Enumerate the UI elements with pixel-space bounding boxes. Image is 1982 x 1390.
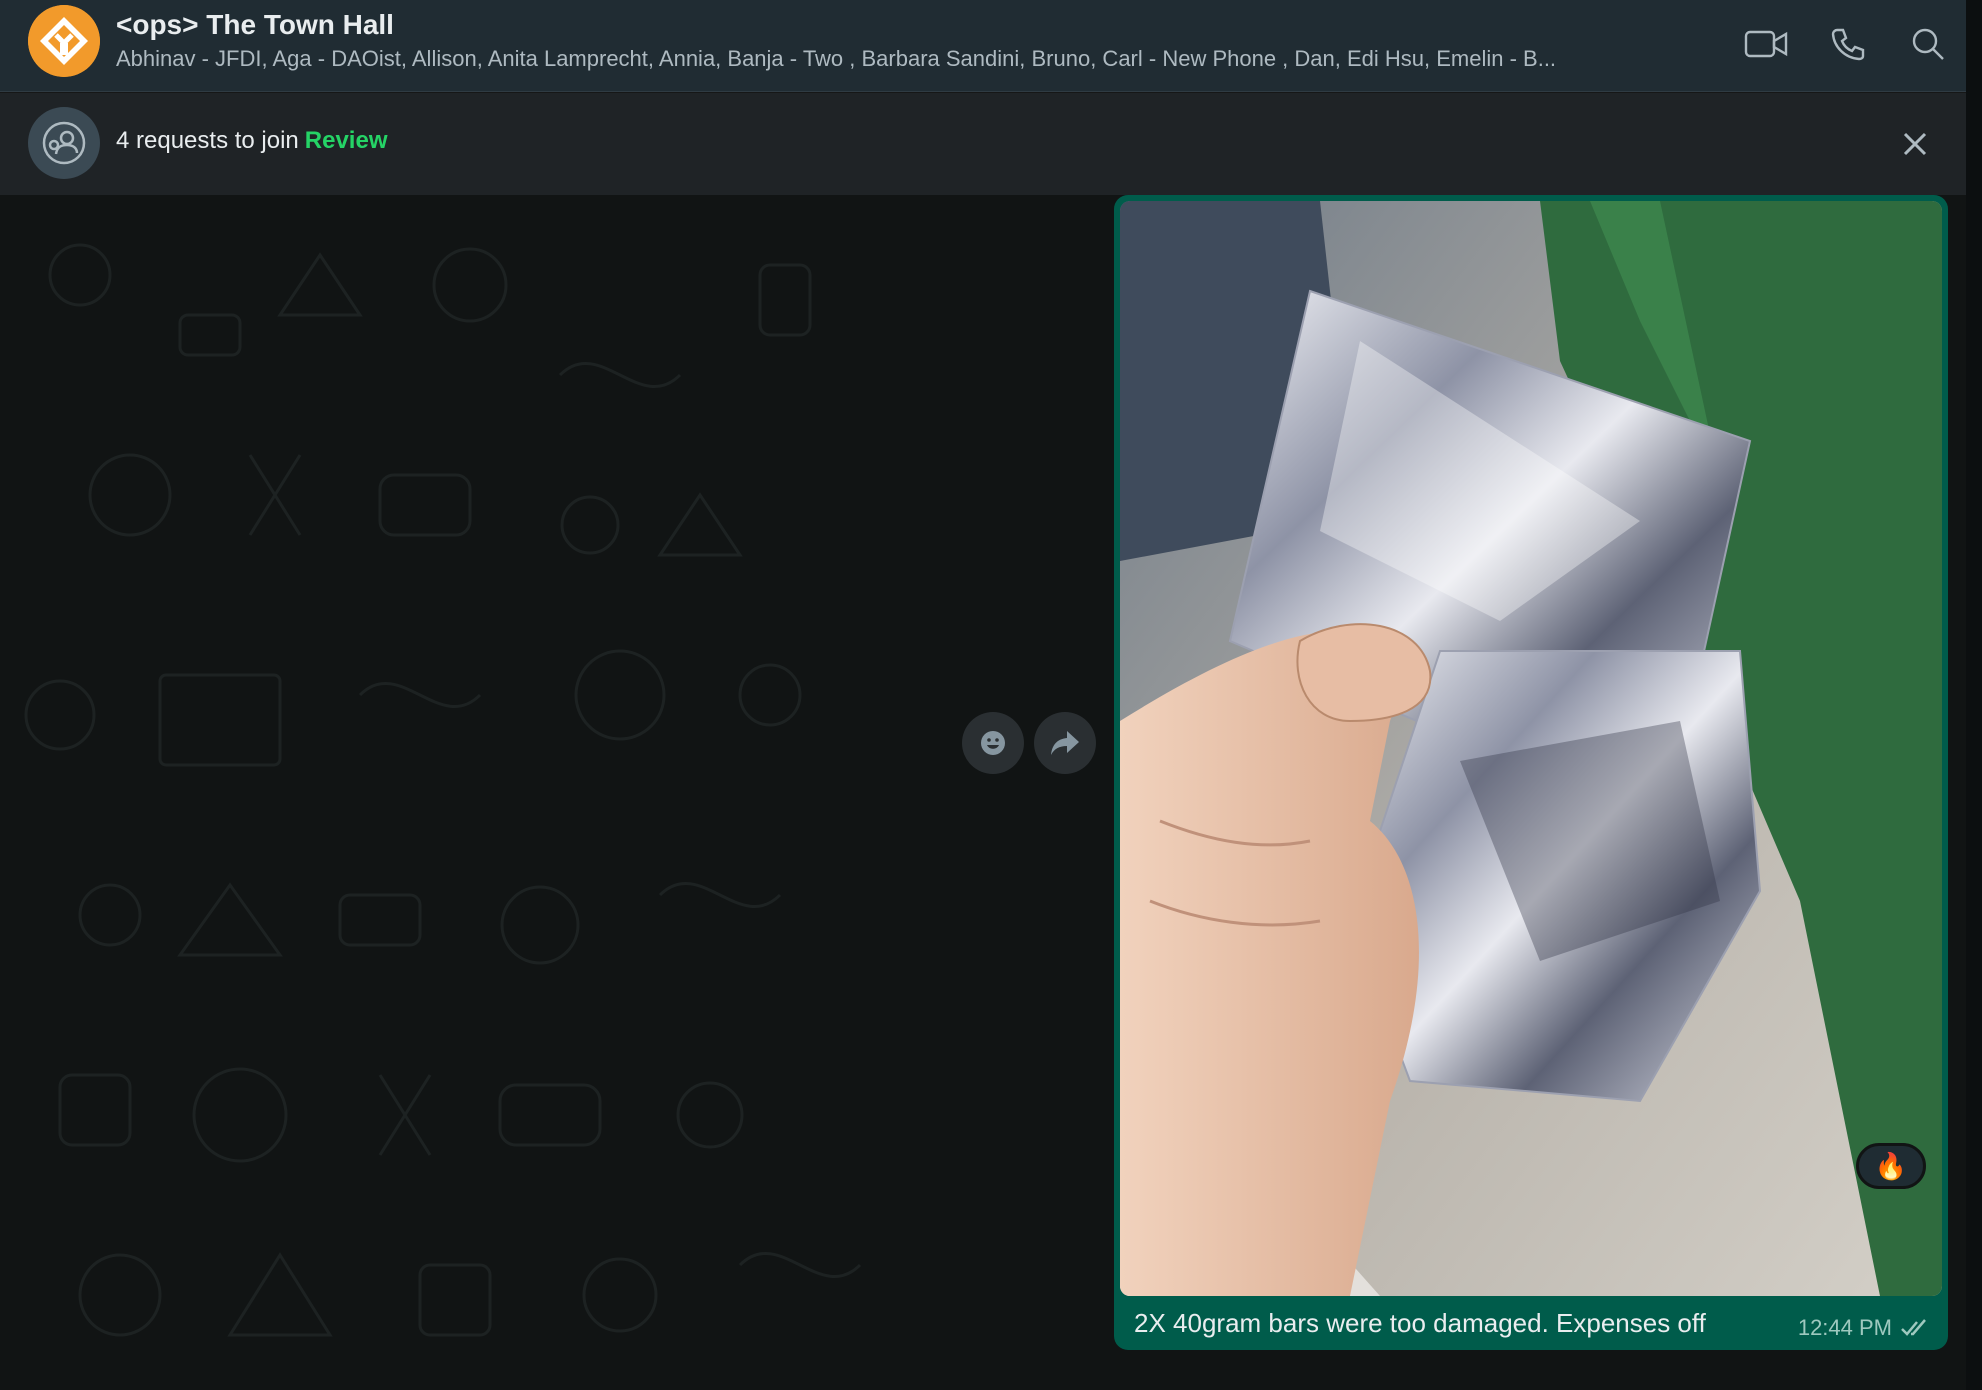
header-text[interactable]: <ops> The Town Hall Abhinav - JFDI, Aga … bbox=[116, 8, 1716, 76]
voice-call-button[interactable] bbox=[1820, 16, 1876, 72]
message-hover-actions bbox=[962, 712, 1096, 774]
message-reaction[interactable]: 🔥 bbox=[1856, 1143, 1926, 1189]
chat-header[interactable]: <ops> The Town Hall Abhinav - JFDI, Aga … bbox=[0, 0, 1982, 92]
outgoing-message-bubble[interactable]: 2X 40gram bars were too damaged. Expense… bbox=[1114, 195, 1948, 1350]
group-title: <ops> The Town Hall bbox=[116, 9, 394, 40]
community-icon bbox=[42, 121, 86, 165]
message-time: 12:44 PM bbox=[1797, 1315, 1892, 1340]
group-members: Abhinav - JFDI, Aga - DAOist, Allison, A… bbox=[116, 46, 1557, 71]
close-icon bbox=[1903, 132, 1927, 156]
chat-window: <ops> The Town Hall Abhinav - JFDI, Aga … bbox=[0, 0, 1982, 1390]
message-caption: 2X 40gram bars were too damaged. Expense… bbox=[1134, 1308, 1706, 1338]
photo-icon bbox=[1120, 201, 1942, 1296]
double-check-icon bbox=[1901, 1319, 1926, 1336]
emoji-reaction-icon bbox=[981, 731, 1005, 755]
community-icon-badge bbox=[28, 107, 100, 179]
search-icon bbox=[1912, 28, 1944, 60]
video-call-button[interactable] bbox=[1738, 16, 1794, 72]
group-avatar[interactable] bbox=[28, 5, 100, 77]
forward-icon bbox=[1051, 731, 1079, 755]
message-list[interactable]: 2X 40gram bars were too damaged. Expense… bbox=[0, 195, 1982, 1390]
group-logo-icon bbox=[28, 5, 100, 77]
requests-count-label: 4 requests to join bbox=[116, 127, 299, 154]
message-meta: 12:44 PM bbox=[1798, 1315, 1930, 1341]
requests-text: 4 requests to join Review bbox=[116, 125, 388, 157]
video-call-icon bbox=[1744, 30, 1788, 58]
close-banner-button[interactable] bbox=[1890, 119, 1940, 169]
search-button[interactable] bbox=[1900, 16, 1956, 72]
react-button[interactable] bbox=[962, 712, 1024, 774]
forward-button[interactable] bbox=[1034, 712, 1096, 774]
window-edge bbox=[1966, 0, 1982, 1390]
message-photo[interactable] bbox=[1120, 201, 1942, 1296]
voice-call-icon bbox=[1831, 28, 1865, 61]
review-link[interactable]: Review bbox=[305, 127, 388, 154]
join-requests-banner: 4 requests to join Review bbox=[0, 93, 1982, 195]
